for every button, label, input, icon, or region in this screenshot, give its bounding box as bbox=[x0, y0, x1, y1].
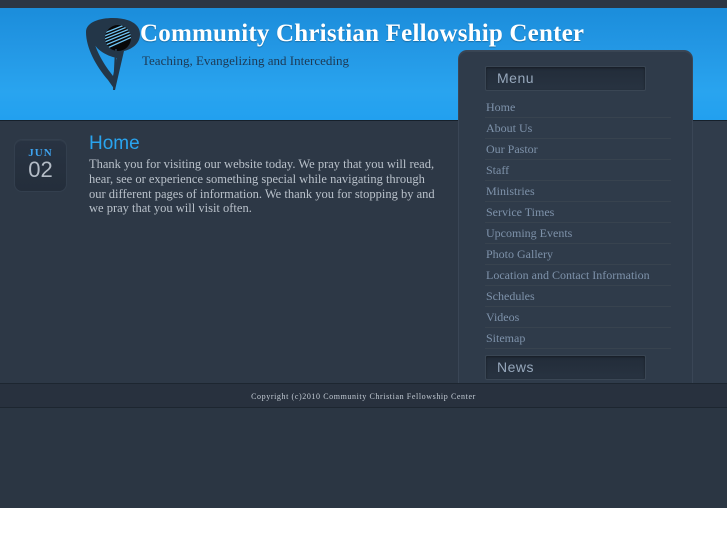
footer-bar: Copyright (c)2010 Community Christian Fe… bbox=[0, 383, 727, 408]
sidebar-item-staff[interactable]: Staff bbox=[485, 160, 671, 181]
sidebar-right-gutter bbox=[693, 121, 727, 383]
sidebar-item-service-times[interactable]: Service Times bbox=[485, 202, 671, 223]
site-title: Community Christian Fellowship Center bbox=[140, 20, 585, 47]
news-heading-label: News bbox=[497, 359, 535, 375]
sidebar-item-location-and-contact-information[interactable]: Location and Contact Information bbox=[485, 265, 671, 286]
swoosh-globe-logo-icon bbox=[84, 18, 142, 92]
article-body-text: Thank you for visiting our website today… bbox=[89, 157, 435, 216]
sidebar-item-photo-gallery[interactable]: Photo Gallery bbox=[485, 244, 671, 265]
sidebar-item-about-us[interactable]: About Us bbox=[485, 118, 671, 139]
sidebar-menu-list: Home About Us Our Pastor Staff Ministrie… bbox=[485, 97, 671, 349]
news-heading-box: News bbox=[485, 355, 646, 380]
menu-heading-label: Menu bbox=[497, 70, 535, 86]
article-date-badge: JUN 02 bbox=[14, 139, 67, 192]
sidebar-panel: Menu Home About Us Our Pastor Staff Mini… bbox=[458, 50, 693, 383]
page-root: Community Christian Fellowship Center Te… bbox=[0, 0, 727, 545]
sidebar-item-ministries[interactable]: Ministries bbox=[485, 181, 671, 202]
top-strip bbox=[0, 0, 727, 8]
sidebar-item-sitemap[interactable]: Sitemap bbox=[485, 328, 671, 349]
page-title: Home bbox=[89, 133, 140, 154]
article-date-day: 02 bbox=[28, 157, 53, 182]
menu-heading-box: Menu bbox=[485, 66, 646, 91]
sidebar-item-schedules[interactable]: Schedules bbox=[485, 286, 671, 307]
site-tagline: Teaching, Evangelizing and Interceding bbox=[142, 53, 350, 68]
sidebar-item-videos[interactable]: Videos bbox=[485, 307, 671, 328]
sidebar-item-upcoming-events[interactable]: Upcoming Events bbox=[485, 223, 671, 244]
copyright-text: Copyright (c)2010 Community Christian Fe… bbox=[251, 392, 476, 401]
sidebar-item-our-pastor[interactable]: Our Pastor bbox=[485, 139, 671, 160]
sidebar-item-home[interactable]: Home bbox=[485, 97, 671, 118]
